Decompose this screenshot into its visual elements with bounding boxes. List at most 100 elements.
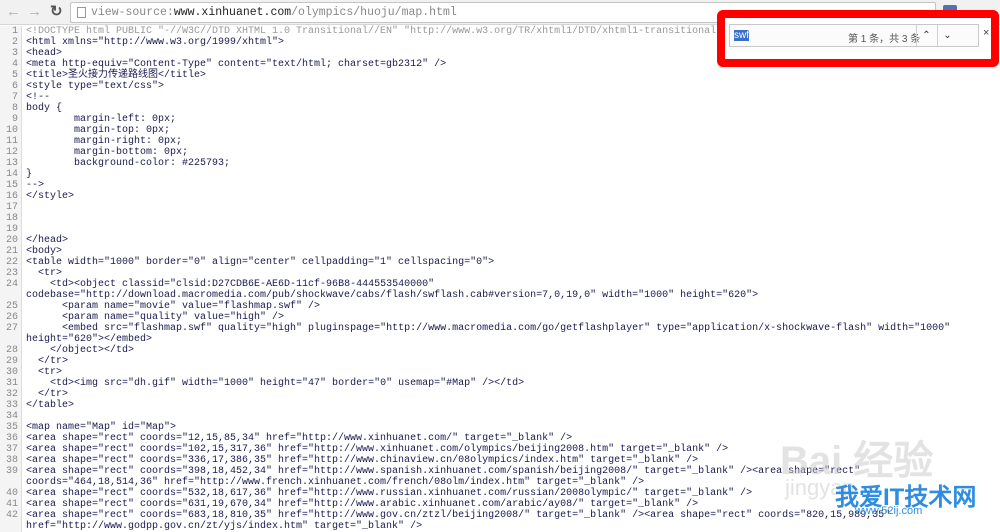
line-code: body { <box>26 103 63 114</box>
line-number: 24 <box>0 279 22 301</box>
source-line: 8 body { <box>0 103 1000 114</box>
back-button[interactable]: ← <box>6 3 21 21</box>
line-code: margin-top: 0px; <box>26 125 171 136</box>
line-code: <tr> <box>26 268 63 279</box>
source-line: 25 <param name="movie" value="flashmap.s… <box>0 301 1000 312</box>
source-line: 26 <param name="quality" value="high" /> <box>0 312 1000 323</box>
line-number: 27 <box>0 323 22 345</box>
line-code: </style> <box>26 191 75 202</box>
find-bar: swf 第 1 条，共 3 条 ⌃ ⌄ × <box>717 10 999 67</box>
source-line: 27 <embed src="flashmap.swf" quality="hi… <box>0 323 1000 345</box>
find-next-button[interactable]: ⌄ <box>937 25 957 46</box>
line-number: 30 <box>0 367 22 378</box>
line-number: 41 <box>0 499 22 510</box>
line-code: </tr> <box>26 356 69 367</box>
source-line: 22 <table width="1000" border="0" align="… <box>0 257 1000 268</box>
line-number: 32 <box>0 389 22 400</box>
line-number: 10 <box>0 125 22 136</box>
source-line: 11 margin-right: 0px; <box>0 136 1000 147</box>
find-previous-button[interactable]: ⌃ <box>916 25 936 46</box>
line-number: 31 <box>0 378 22 389</box>
line-number: 39 <box>0 466 22 488</box>
find-close-button[interactable]: × <box>983 27 989 39</box>
source-line: 29 </tr> <box>0 356 1000 367</box>
line-number: 33 <box>0 400 22 411</box>
line-number: 2 <box>0 37 22 48</box>
line-number: 19 <box>0 224 22 235</box>
source-line: 13 background-color: #225793; <box>0 158 1000 169</box>
source-line: 14} <box>0 169 1000 180</box>
line-number: 17 <box>0 202 22 213</box>
line-number: 23 <box>0 268 22 279</box>
line-code: margin-right: 0px; <box>26 136 183 147</box>
reload-button[interactable]: ↻ <box>50 3 63 21</box>
line-number: 11 <box>0 136 22 147</box>
line-code: </object></td> <box>26 345 135 356</box>
line-code: </table> <box>26 400 75 411</box>
line-code: margin-left: 0px; <box>26 114 177 125</box>
line-number: 9 <box>0 114 22 125</box>
line-code: background-color: #225793; <box>26 158 231 169</box>
url-scheme: view-source: <box>91 6 174 19</box>
line-code: <area shape="rect" coords="532,18,617,36… <box>26 488 753 499</box>
line-number: 7 <box>0 92 22 103</box>
line-code: <body> <box>26 246 63 257</box>
line-number: 13 <box>0 158 22 169</box>
source-line: 16 </style> <box>0 191 1000 202</box>
line-code: </head> <box>26 235 69 246</box>
line-code: <!-- <box>26 92 51 103</box>
source-line: 31 <td><img src="dh.gif" width="1000" he… <box>0 378 1000 389</box>
source-line: 38 <area shape="rect" coords="336,17,386,… <box>0 455 1000 466</box>
line-code: <param name="quality" value="high" /> <box>26 312 285 323</box>
line-code: --> <box>26 180 45 191</box>
source-line: 36 <area shape="rect" coords="12,15,85,34… <box>0 433 1000 444</box>
source-line: 23 <tr> <box>0 268 1000 279</box>
line-number: 22 <box>0 257 22 268</box>
source-line: 20 </head> <box>0 235 1000 246</box>
find-query: swf <box>734 30 749 41</box>
line-code: <table width="1000" border="0" align="ce… <box>26 257 495 268</box>
line-number: 20 <box>0 235 22 246</box>
line-number: 34 <box>0 411 22 422</box>
source-line: 6 <style type="text/css"> <box>0 81 1000 92</box>
line-code: <tr> <box>26 367 63 378</box>
source-line: 30 <tr> <box>0 367 1000 378</box>
line-number: 35 <box>0 422 22 433</box>
source-line: 15 --> <box>0 180 1000 191</box>
forward-button[interactable]: → <box>27 3 42 21</box>
source-line: 32 </tr> <box>0 389 1000 400</box>
source-line: 17 <box>0 202 1000 213</box>
source-line: 21 <body> <box>0 246 1000 257</box>
line-code: <style type="text/css"> <box>26 81 165 92</box>
find-input[interactable]: swf 第 1 条，共 3 条 ⌃ ⌄ <box>729 24 979 47</box>
source-line: 9 margin-left: 0px; <box>0 114 1000 125</box>
line-code: <param name="movie" value="flashmap.swf"… <box>26 301 321 312</box>
line-code: <embed src="flashmap.swf" quality="high"… <box>26 323 957 345</box>
line-number: 25 <box>0 301 22 312</box>
line-code: <area shape="rect" coords="683,18,810,35… <box>26 510 897 532</box>
line-code: <area shape="rect" coords="336,17,386,35… <box>26 455 699 466</box>
line-number: 16 <box>0 191 22 202</box>
line-number: 1 <box>0 26 22 37</box>
line-number: 38 <box>0 455 22 466</box>
line-code: <td><img src="dh.gif" width="1000" heigh… <box>26 378 525 389</box>
source-line: 7 <!-- <box>0 92 1000 103</box>
source-line: 34 <box>0 411 1000 422</box>
line-code: <area shape="rect" coords="631,19,670,34… <box>26 499 699 510</box>
source-line: 33 </table> <box>0 400 1000 411</box>
source-line: 35 <map name="Map" id="Map"> <box>0 422 1000 433</box>
line-number: 14 <box>0 169 22 180</box>
line-code: <area shape="rect" coords="102,15,317,36… <box>26 444 729 455</box>
line-number: 12 <box>0 147 22 158</box>
line-number: 29 <box>0 356 22 367</box>
line-code: <area shape="rect" coords="398,18,452,34… <box>26 466 867 488</box>
address-url: view-source:www.xinhuanet.com/olympics/h… <box>91 6 457 19</box>
line-number: 28 <box>0 345 22 356</box>
page-icon <box>77 7 86 18</box>
source-line: 41 <area shape="rect" coords="631,19,670,… <box>0 499 1000 510</box>
line-number: 15 <box>0 180 22 191</box>
